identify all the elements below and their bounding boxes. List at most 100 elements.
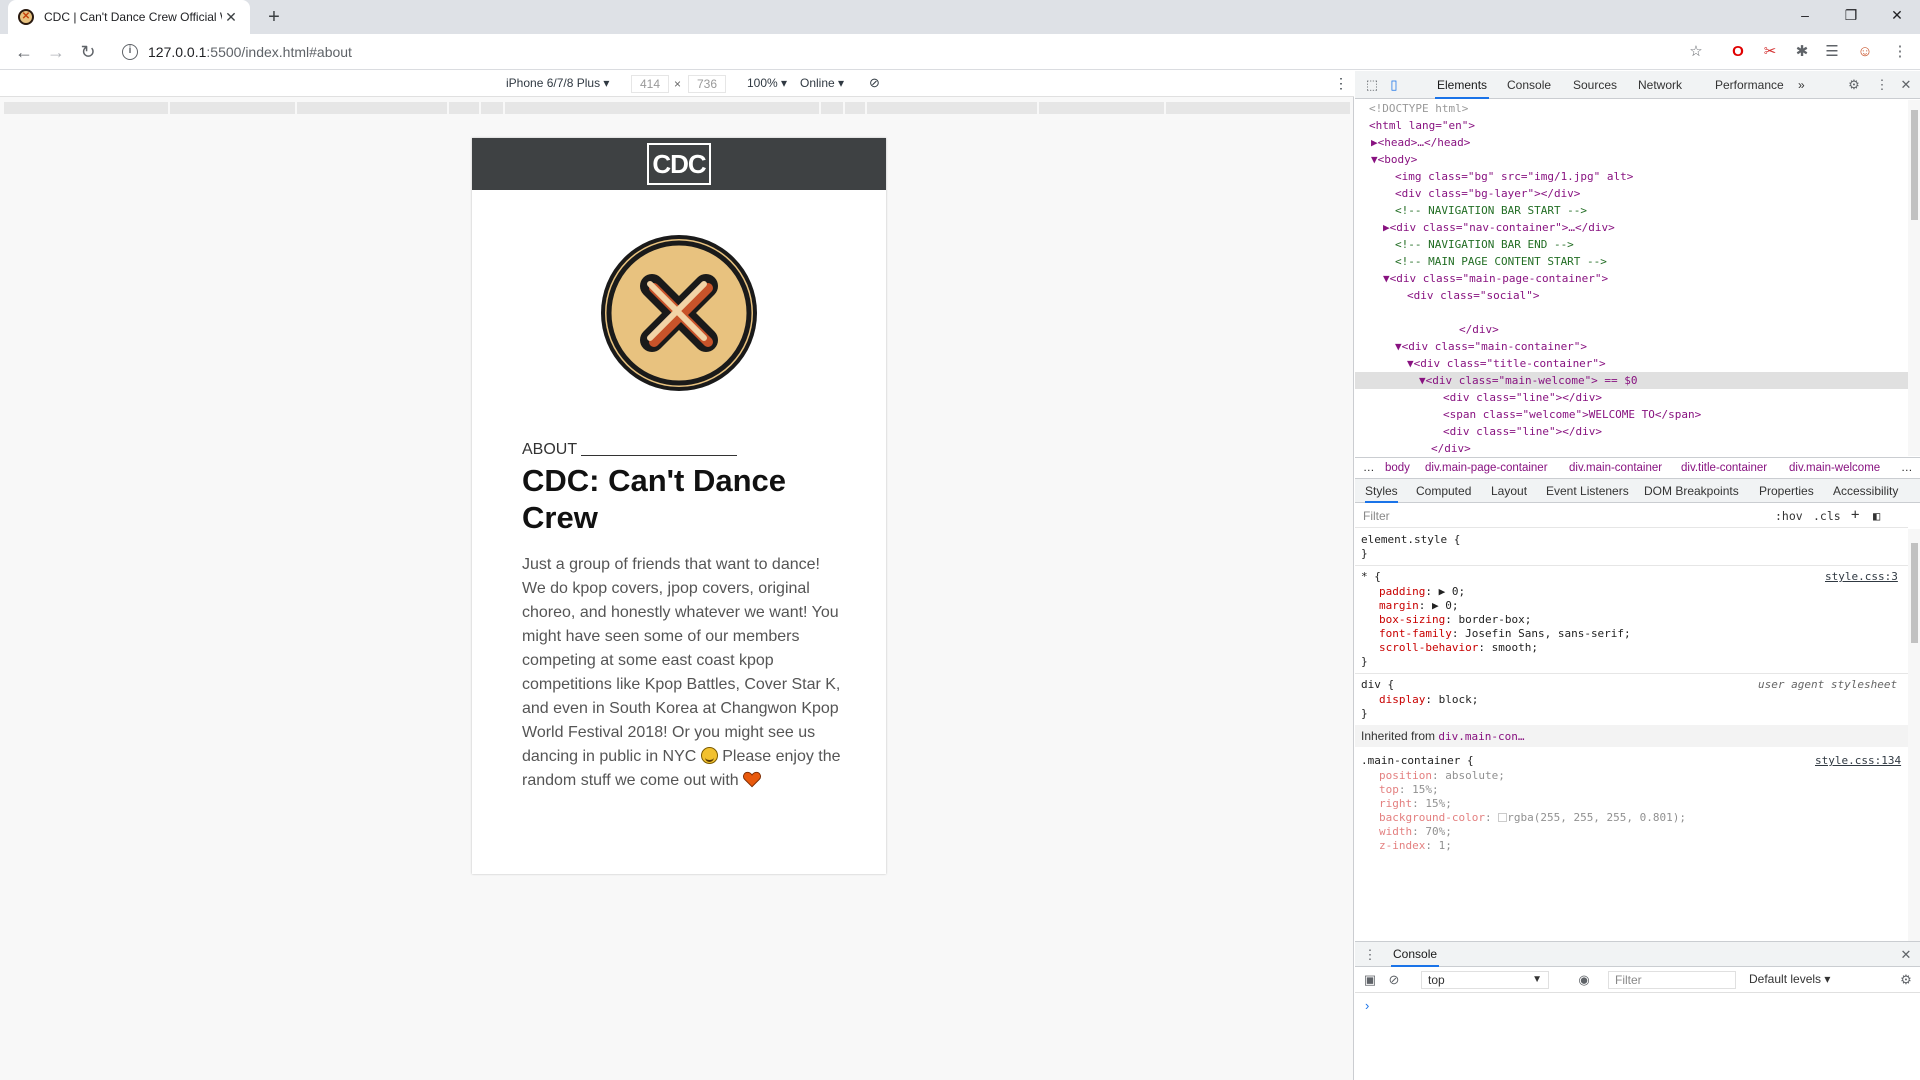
breadcrumb-item[interactable]: … bbox=[1363, 462, 1375, 474]
stylesheet-link[interactable]: style.css:134 bbox=[1815, 754, 1901, 768]
rotate-icon[interactable]: ⊘ bbox=[869, 75, 880, 91]
bookmark-star-icon[interactable]: ☆ bbox=[1686, 42, 1706, 62]
css-declaration[interactable]: padding: ▶ 0; bbox=[1379, 585, 1465, 599]
element-style-rule[interactable]: element.style { bbox=[1361, 533, 1460, 547]
device-toolbar-menu-icon[interactable]: ⋮ bbox=[1334, 75, 1348, 92]
extensions-puzzle-icon[interactable]: ✱ bbox=[1792, 42, 1812, 62]
device-height-input[interactable]: 736 bbox=[688, 75, 726, 93]
drawer-tab-console[interactable]: Console bbox=[1391, 942, 1440, 967]
live-expression-eye-icon[interactable]: ◉ bbox=[1575, 971, 1593, 989]
dom-node[interactable]: <div class="line"></div> bbox=[1443, 389, 1602, 406]
tab-layout[interactable]: Layout bbox=[1491, 479, 1527, 503]
dom-node[interactable]: <span class="welcome">WELCOME TO</span> bbox=[1443, 406, 1701, 423]
console-settings-gear-icon[interactable]: ⚙ bbox=[1897, 971, 1915, 989]
device-select[interactable]: iPhone 6/7/8 Plus ▾ bbox=[506, 76, 609, 90]
dom-comment[interactable]: <!-- NAVIGATION BAR START --> bbox=[1395, 202, 1587, 219]
breadcrumb-item[interactable]: div.main-container bbox=[1569, 462, 1662, 474]
main-container-selector[interactable]: .main-container { bbox=[1361, 754, 1474, 768]
dom-node[interactable]: ▶<div class="nav-container">…</div> bbox=[1383, 219, 1615, 236]
dom-comment[interactable]: <!-- NAVIGATION BAR END --> bbox=[1395, 236, 1574, 253]
back-arrow-icon[interactable]: ← bbox=[12, 40, 36, 64]
new-rule-plus-icon[interactable]: + bbox=[1851, 507, 1859, 523]
tab-accessibility[interactable]: Accessibility bbox=[1833, 479, 1898, 503]
dom-node[interactable]: <div class="bg-layer"></div> bbox=[1395, 185, 1580, 202]
network-throttle-select[interactable]: Online ▾ bbox=[800, 76, 844, 90]
dom-comment[interactable]: <!-- MAIN PAGE CONTENT START --> bbox=[1395, 253, 1607, 270]
devtools-menu-icon[interactable]: ⋮ bbox=[1873, 76, 1891, 94]
minimize-button[interactable]: – bbox=[1782, 0, 1828, 30]
tab-styles[interactable]: Styles bbox=[1365, 479, 1398, 503]
css-declaration[interactable]: top: 15%; bbox=[1379, 783, 1439, 797]
tab-properties[interactable]: Properties bbox=[1759, 479, 1814, 503]
inspect-element-icon[interactable]: ⬚ bbox=[1363, 76, 1381, 94]
tab-network[interactable]: Network bbox=[1636, 71, 1684, 99]
media-query-ruler[interactable] bbox=[4, 102, 1350, 114]
dom-node-selected[interactable]: ▼<div class="main-welcome"> == $0 bbox=[1355, 372, 1908, 389]
dom-node[interactable]: </div> bbox=[1431, 440, 1471, 456]
opera-extension-icon[interactable]: O bbox=[1728, 42, 1748, 62]
breadcrumb-more[interactable]: … bbox=[1901, 462, 1913, 474]
cdc-logo[interactable]: CDC bbox=[647, 143, 711, 185]
browser-tab[interactable]: ✕ CDC | Can't Dance Crew Official W ✕ bbox=[8, 0, 250, 34]
dom-node[interactable]: <div class="social"> bbox=[1407, 287, 1539, 304]
tab-console[interactable]: Console bbox=[1505, 71, 1553, 99]
drawer-menu-icon[interactable]: ⋮ bbox=[1361, 946, 1379, 964]
tab-computed[interactable]: Computed bbox=[1416, 479, 1471, 503]
device-width-input[interactable]: 414 bbox=[631, 75, 669, 93]
css-declaration[interactable]: display: block; bbox=[1379, 693, 1478, 707]
tab-close-icon[interactable]: ✕ bbox=[222, 9, 240, 26]
tab-event-listeners[interactable]: Event Listeners bbox=[1546, 479, 1629, 503]
dom-node[interactable]: ▼<div class="main-container"> bbox=[1395, 338, 1587, 355]
css-declaration[interactable]: margin: ▶ 0; bbox=[1379, 599, 1459, 613]
css-declaration[interactable]: font-family: Josefin Sans, sans-serif; bbox=[1379, 627, 1631, 641]
dom-scrollbar[interactable] bbox=[1908, 100, 1920, 456]
site-info-icon[interactable]: i bbox=[122, 44, 138, 60]
clear-console-icon[interactable]: ⊘ bbox=[1385, 971, 1403, 989]
browser-menu-icon[interactable]: ⋮ bbox=[1890, 42, 1910, 62]
profile-avatar-icon[interactable]: ☺ bbox=[1855, 42, 1875, 62]
styles-scrollbar[interactable] bbox=[1908, 529, 1920, 941]
tab-dom-breakpoints[interactable]: DOM Breakpoints bbox=[1644, 479, 1739, 503]
css-declaration[interactable]: position: absolute; bbox=[1379, 769, 1505, 783]
css-declaration[interactable]: right: 15%; bbox=[1379, 797, 1452, 811]
devtools-close-icon[interactable]: ✕ bbox=[1897, 76, 1915, 94]
dom-node[interactable]: <div class="line"></div> bbox=[1443, 423, 1602, 440]
dom-node[interactable]: ▼<div class="main-page-container"> bbox=[1383, 270, 1608, 287]
forward-arrow-icon[interactable]: → bbox=[44, 40, 68, 64]
device-toggle-icon[interactable]: ▯ bbox=[1385, 76, 1403, 94]
dom-node[interactable]: ▼<body> bbox=[1371, 151, 1417, 168]
close-window-button[interactable]: ✕ bbox=[1874, 0, 1920, 30]
dom-node[interactable]: <img class="bg" src="img/1.jpg" alt> bbox=[1395, 168, 1633, 185]
console-filter-input[interactable]: Filter bbox=[1608, 971, 1736, 989]
restore-button[interactable]: ❐ bbox=[1828, 0, 1874, 30]
hover-state-toggle[interactable]: :hov bbox=[1775, 509, 1803, 523]
breadcrumb-item[interactable]: div.main-page-container bbox=[1425, 462, 1548, 474]
stylesheet-link[interactable]: style.css:3 bbox=[1825, 570, 1898, 584]
scissors-extension-icon[interactable]: ✂ bbox=[1760, 42, 1780, 62]
drawer-close-icon[interactable]: ✕ bbox=[1897, 946, 1915, 964]
css-declaration[interactable]: box-sizing: border-box; bbox=[1379, 613, 1531, 627]
tab-elements[interactable]: Elements bbox=[1435, 71, 1490, 99]
class-toggle[interactable]: .cls bbox=[1813, 509, 1841, 523]
zoom-select[interactable]: 100% ▾ bbox=[747, 76, 787, 90]
breadcrumb-item[interactable]: div.main-welcome bbox=[1789, 462, 1880, 474]
css-declaration[interactable]: scroll-behavior: smooth; bbox=[1379, 641, 1538, 655]
new-tab-button[interactable]: + bbox=[262, 5, 286, 29]
dom-node[interactable]: ▼<div class="title-container"> bbox=[1407, 355, 1606, 372]
dom-node[interactable]: </div> bbox=[1459, 321, 1499, 338]
universal-selector[interactable]: * { bbox=[1361, 570, 1381, 584]
breadcrumb-item[interactable]: div.title-container bbox=[1681, 462, 1767, 474]
media-queue-icon[interactable]: ☰ bbox=[1822, 42, 1842, 62]
div-selector[interactable]: div { bbox=[1361, 678, 1394, 692]
breadcrumb-item[interactable]: body bbox=[1385, 462, 1410, 474]
reload-icon[interactable]: ↻ bbox=[76, 40, 100, 64]
css-declaration[interactable]: width: 70%; bbox=[1379, 825, 1452, 839]
tab-performance[interactable]: Performance bbox=[1713, 71, 1786, 99]
css-declaration[interactable]: z-index: 1; bbox=[1379, 839, 1452, 853]
dom-node[interactable]: <!DOCTYPE html> bbox=[1369, 100, 1468, 117]
tab-sources[interactable]: Sources bbox=[1571, 71, 1619, 99]
dom-node[interactable]: <html lang="en"> bbox=[1369, 117, 1475, 134]
css-declaration[interactable]: background-color: rgba(255, 255, 255, 0.… bbox=[1379, 811, 1686, 825]
toggle-sidebar-icon[interactable]: ◧ bbox=[1873, 509, 1880, 523]
context-select[interactable]: top ▼ bbox=[1421, 971, 1549, 989]
